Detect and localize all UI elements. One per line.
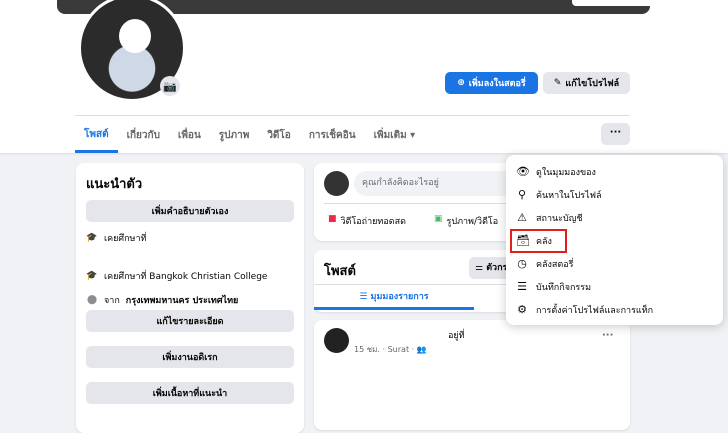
live-video-button[interactable]: ■ วิดีโอถ่ายทอดสด [328,214,406,228]
photo-video-button[interactable]: ▣ รูปภาพ/วิดีโอ [434,214,498,228]
add-featured-button[interactable]: เพิ่มเนื้อหาที่แนะนำ [86,382,294,404]
camera-icon[interactable]: 📷 [160,76,180,96]
story-archive-icon: ◷ [517,257,527,270]
add-hobbies-button[interactable]: เพิ่มงานอดิเรก [86,346,294,368]
menu-item-view-as[interactable]: 👁 ดูในมุมมองของ [506,160,723,183]
edit-profile-button[interactable]: ✎ แก้ไขโปรไฟล์ [543,72,630,94]
menu-item-profile-settings[interactable]: ⚙ การตั้งค่าโปรไฟล์และการแท็ก [506,298,723,321]
warning-icon: ⚠ [517,211,527,224]
photo-icon: ▣ [434,214,443,224]
highlight-box [510,229,567,253]
tab-videos[interactable]: วิดีโอ [258,118,300,153]
education-text[interactable]: เคยศึกษาที่ Bangkok Christian College [104,269,267,283]
avatar[interactable] [324,328,349,353]
blurred-face [119,19,151,53]
menu-label: ดูในมุมมองของ [536,167,596,178]
hometown-row: ⬤ จาก กรุงเทพมหานคร ประเทศไทย [86,290,294,310]
posts-title: โพสต์ [324,264,356,279]
more-options-button[interactable]: ··· [601,123,630,145]
tab-about[interactable]: เกี่ยวกับ [118,118,169,153]
edit-profile-label: แก้ไขโปรไฟล์ [565,79,620,89]
tab-more[interactable]: เพิ่มเติม ▾ [365,118,425,153]
profile-tabs: โพสต์ เกี่ยวกับ เพื่อน รูปภาพ วิดีโอ การ… [75,118,424,153]
add-to-story-button[interactable]: ⊕ เพิ่มลงในสตอรี่ [445,72,538,94]
tab-friends[interactable]: เพื่อน [169,118,210,153]
divider [75,115,630,116]
search-icon: ⚲ [517,188,527,201]
list-view-tab[interactable]: ☰ มุมมองรายการ [314,286,474,310]
graduation-cap-icon: 🎓 [86,271,98,281]
post-location: อยู่ที่ [448,331,465,341]
menu-item-archive[interactable]: 🗃 คลัง [506,229,723,253]
education-row: 🎓 เคยศึกษาที่ [86,228,294,248]
menu-label: บันทึกกิจกรรม [536,282,592,293]
photo-label: รูปภาพ/วิดีโอ [446,217,499,227]
eye-icon: 👁 [516,165,530,178]
graduation-cap-icon: 🎓 [86,233,98,243]
profile-header: 📷 ⊕ เพิ่มลงในสตอรี่ ✎ แก้ไขโปรไฟล์ โพสต์ เ… [0,0,728,153]
post-card: อยู่ที่ 15 ชม. · Surat · 👥 ··· [314,320,630,430]
tab-posts[interactable]: โพสต์ [75,118,118,153]
post-meta: 15 ชม. · Surat · 👥 [354,345,427,354]
education-row: 🎓 เคยศึกษาที่ Bangkok Christian College [86,266,294,286]
post-options-button[interactable]: ··· [602,330,613,341]
activity-log-icon: ☰ [517,280,527,293]
menu-label: สถานะบัญชี [536,213,583,224]
live-label: วิดีโอถ่ายทอดสด [340,217,406,227]
edit-cover-button[interactable] [572,0,687,6]
add-story-label: เพิ่มลงในสตอรี่ [468,79,526,89]
menu-item-account-status[interactable]: ⚠ สถานะบัญชี [506,206,723,229]
filter-icon: ⚌ [475,263,487,273]
edit-details-button[interactable]: แก้ไขรายละเอียด [86,310,294,332]
avatar [324,171,349,196]
profile-settings-icon: ⚙ [517,303,527,316]
menu-item-activity-log[interactable]: ☰ บันทึกกิจกรรม [506,275,723,298]
intro-card: แนะนำตัว เพิ่มคำอธิบายตัวเอง 🎓 เคยศึกษาที… [76,163,304,433]
pencil-icon: ✎ [553,78,562,88]
add-bio-button[interactable]: เพิ่มคำอธิบายตัวเอง [86,200,294,222]
menu-item-story-archive[interactable]: ◷ คลังสตอรี่ [506,252,723,275]
location-pin-icon: ⬤ [86,295,98,305]
video-camera-icon: ■ [328,214,337,224]
menu-label: ค้นหาในโปรไฟล์ [536,190,602,201]
menu-label: คลังสตอรี่ [536,259,574,270]
more-options-menu: 👁 ดูในมุมมองของ ⚲ ค้นหาในโปรไฟล์ ⚠ สถานะบัญ… [506,155,723,325]
tab-checkins[interactable]: การเช็คอิน [300,118,365,153]
plus-icon: ⊕ [457,78,465,88]
hometown-link[interactable]: กรุงเทพมหานคร ประเทศไทย [126,293,239,307]
education-text: เคยศึกษาที่ [104,234,147,244]
tab-photos[interactable]: รูปภาพ [210,118,259,153]
menu-label: การตั้งค่าโปรไฟล์และการแท็ก [536,305,654,316]
from-label: จาก [104,296,120,306]
menu-item-search-profile[interactable]: ⚲ ค้นหาในโปรไฟล์ [506,183,723,206]
intro-title: แนะนำตัว [86,177,143,192]
